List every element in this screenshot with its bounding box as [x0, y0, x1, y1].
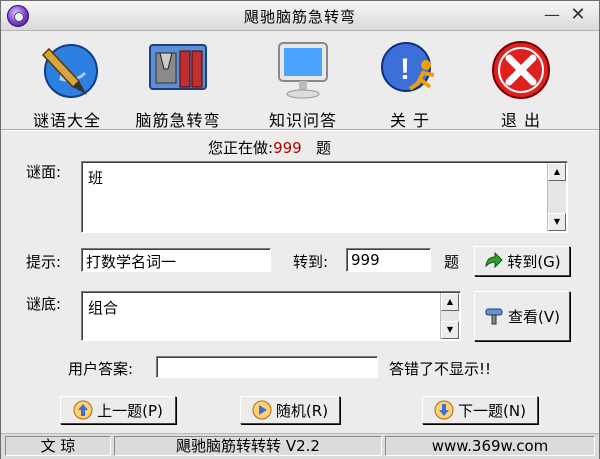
hint-value: 打数学名词一	[86, 253, 177, 271]
magnifier-icon	[485, 308, 503, 325]
exit-x-icon	[492, 41, 550, 99]
toolbar-label-riddles: 谜语大全	[32, 111, 101, 130]
about-tool-button[interactable]: ! 关 于	[355, 35, 465, 130]
answer-label: 谜底:	[26, 295, 62, 313]
goto-suffix: 题	[444, 253, 460, 271]
riddle-textarea[interactable]: 班 ▲ ▼	[81, 161, 568, 233]
view-answer-button[interactable]: 查看(V)	[474, 291, 570, 341]
riddle-text: 班	[88, 169, 104, 187]
title-bar: 飓驰脑筋急转弯 — ✕	[1, 1, 599, 31]
answer-scrollbar[interactable]: ▲ ▼	[440, 293, 459, 339]
toolbar-label-exit: 退 出	[500, 111, 542, 130]
info-runner-icon: !	[381, 42, 435, 92]
progress-text: 您正在做:999 题	[208, 137, 331, 158]
status-author: 文 琼	[5, 436, 111, 456]
next-button-label: 下一题(N)	[458, 401, 526, 420]
minimize-button[interactable]: —	[541, 4, 563, 26]
status-website[interactable]: www.369w.com	[385, 436, 595, 456]
down-arrow-icon	[434, 400, 454, 420]
user-answer-label: 用户答案:	[68, 360, 134, 378]
view-answer-label: 查看(V)	[508, 307, 560, 326]
status-app-version: 飓驰脑筋转转转 V2.2	[114, 436, 382, 456]
exit-tool-button[interactable]: 退 出	[466, 35, 576, 130]
up-arrow-icon	[73, 400, 93, 420]
svg-text:!: !	[400, 53, 410, 86]
toolbar-label-brain-teaser: 脑筋急转弯	[135, 111, 221, 130]
hint-label: 提示:	[26, 253, 62, 271]
goto-button-label: 转到(G)	[507, 252, 561, 271]
scroll-down-arrow-icon[interactable]: ▼	[441, 321, 459, 339]
progress-number: 999	[273, 139, 302, 157]
goto-input[interactable]: 999	[346, 248, 431, 272]
riddle-scrollbar[interactable]: ▲ ▼	[547, 163, 566, 231]
close-button[interactable]: ✕	[567, 4, 589, 26]
user-answer-input[interactable]	[156, 356, 378, 378]
window-title: 飓驰脑筋急转弯	[243, 8, 356, 26]
riddle-label: 谜面:	[26, 163, 62, 181]
goto-value: 999	[351, 251, 380, 269]
main-toolbar: 谜语大全 脑筋急转弯 知识问答 ! 关 于 退 出	[1, 31, 599, 131]
previous-button-label: 上一题(P)	[97, 401, 163, 420]
riddles-tool-button[interactable]: 谜语大全	[12, 35, 122, 130]
scroll-up-arrow-icon[interactable]: ▲	[548, 163, 566, 181]
toolbar-label-about: 关 于	[389, 111, 431, 130]
knowledge-quiz-tool-button[interactable]: 知识问答	[248, 35, 358, 130]
random-button-label: 随机(R)	[275, 401, 329, 420]
hint-field: 打数学名词一	[81, 248, 271, 272]
scroll-up-arrow-icon[interactable]: ▲	[441, 293, 459, 311]
pen-globe-icon	[41, 44, 98, 98]
toolbox-icon	[149, 44, 207, 90]
random-button[interactable]: 随机(R)	[240, 396, 340, 424]
previous-button[interactable]: 上一题(P)	[60, 396, 176, 424]
status-bar: 文 琼 飓驰脑筋转转转 V2.2 www.369w.com	[1, 433, 599, 459]
scroll-down-arrow-icon[interactable]: ▼	[548, 213, 566, 231]
progress-prefix: 您正在做:	[208, 139, 274, 157]
app-window: 飓驰脑筋急转弯 — ✕ 谜语大全 脑筋急转弯 知识问答 ! 关 于 退 出 您正…	[0, 0, 600, 459]
toolbar-label-knowledge-quiz: 知识问答	[268, 111, 337, 130]
monitor-icon	[278, 42, 328, 99]
random-disc-icon	[252, 400, 272, 420]
answer-textarea[interactable]: 组合 ▲ ▼	[81, 291, 461, 341]
progress-suffix: 题	[316, 139, 332, 157]
goto-button[interactable]: 转到(G)	[474, 246, 570, 276]
next-button[interactable]: 下一题(N)	[422, 396, 538, 424]
green-arrow-icon	[485, 251, 504, 269]
user-answer-note: 答错了不显示!!	[389, 360, 492, 378]
brain-teaser-tool-button[interactable]: 脑筋急转弯	[123, 35, 233, 130]
goto-label: 转到:	[293, 253, 329, 271]
answer-text: 组合	[88, 299, 119, 317]
